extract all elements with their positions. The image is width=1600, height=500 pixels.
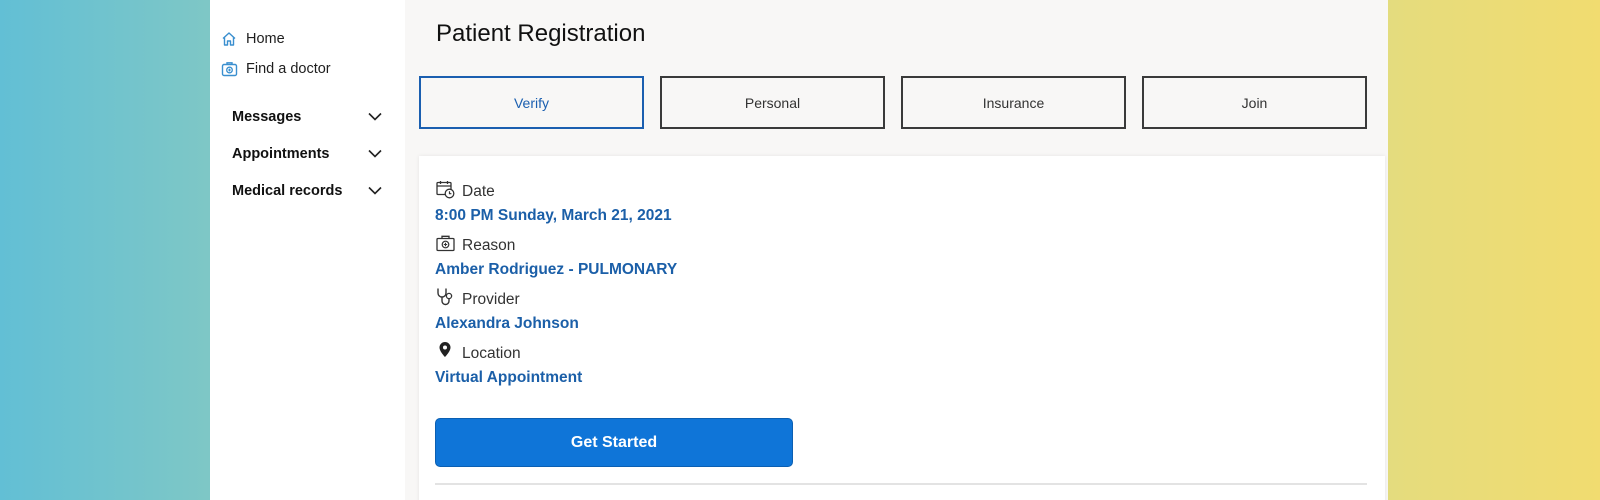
provider-label: Provider — [462, 291, 520, 308]
page-title: Patient Registration — [436, 20, 646, 47]
chevron-down-icon — [367, 146, 383, 162]
location-label: Location — [462, 345, 521, 362]
step-join[interactable]: Join — [1142, 76, 1367, 129]
map-pin-icon — [435, 341, 455, 361]
chevron-down-icon — [367, 183, 383, 199]
reason-field: Reason Amber Rodriguez - PULMONARY — [435, 234, 677, 279]
provider-field: Provider Alexandra Johnson — [435, 288, 579, 333]
reason-label: Reason — [462, 237, 516, 254]
divider — [435, 483, 1367, 485]
home-icon — [220, 30, 238, 48]
registration-steps: Verify Personal Insurance Join — [419, 76, 1367, 129]
sidebar-link-find-doctor[interactable]: Find a doctor — [210, 54, 405, 84]
calendar-clock-icon — [435, 179, 455, 199]
sidebar-link-home[interactable]: Home — [210, 24, 405, 54]
sidebar-group-label: Appointments — [232, 145, 330, 162]
date-label: Date — [462, 183, 495, 200]
location-value: Virtual Appointment — [435, 369, 583, 386]
chevron-down-icon — [367, 109, 383, 125]
step-insurance[interactable]: Insurance — [901, 76, 1126, 129]
sidebar-group-appointments[interactable]: Appointments — [210, 135, 405, 172]
sidebar-group-messages[interactable]: Messages — [210, 98, 405, 135]
sidebar-group-label: Messages — [232, 108, 302, 125]
sidebar-group-medical-records[interactable]: Medical records — [210, 172, 405, 209]
provider-value: Alexandra Johnson — [435, 315, 579, 332]
medical-bag-icon — [435, 233, 455, 253]
reason-value: Amber Rodriguez - PULMONARY — [435, 261, 678, 278]
sidebar-link-label: Home — [246, 31, 285, 47]
date-value: 8:00 PM Sunday, March 21, 2021 — [435, 207, 672, 224]
get-started-button[interactable]: Get Started — [435, 418, 793, 467]
sidebar-group-label: Medical records — [232, 182, 343, 199]
doctor-search-icon — [220, 60, 238, 78]
sidebar: Home Find a doctor Messages Appointments… — [210, 0, 405, 500]
appointment-card: Date 8:00 PM Sunday, March 21, 2021 Reas… — [419, 156, 1385, 500]
step-verify[interactable]: Verify — [419, 76, 644, 129]
sidebar-link-label: Find a doctor — [246, 61, 331, 77]
date-field: Date 8:00 PM Sunday, March 21, 2021 — [435, 180, 672, 225]
location-field: Location Virtual Appointment — [435, 342, 582, 387]
stethoscope-icon — [435, 287, 455, 307]
step-personal[interactable]: Personal — [660, 76, 885, 129]
